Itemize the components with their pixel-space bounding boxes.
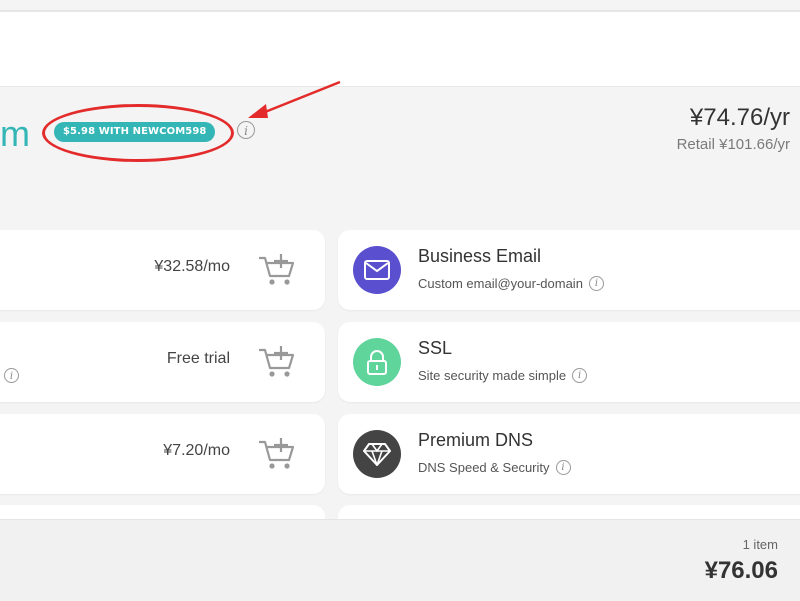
service-subtitle: Custom email@your-domain i <box>418 276 604 291</box>
service-card-business-email[interactable]: Business Email Custom email@your-domain i <box>338 230 800 310</box>
service-title: Premium DNS <box>418 430 534 450</box>
promo-badge: $5.98 WITH NEWCOM598 <box>54 122 216 142</box>
mail-icon <box>353 246 401 294</box>
addon-card: i Free trial <box>0 322 325 402</box>
info-icon[interactable]: i <box>4 368 19 383</box>
add-to-cart-icon[interactable] <box>257 344 297 380</box>
addon-card: ¥7.20/mo <box>0 414 325 494</box>
addon-price: ¥32.58/mo <box>154 258 230 275</box>
cart-item-count: 1 item <box>742 537 778 552</box>
cart-footer <box>0 519 800 601</box>
top-strip <box>0 0 800 12</box>
service-card-premium-dns[interactable]: Premium DNS DNS Speed & Security i <box>338 414 800 494</box>
service-subtitle: Site security made simple i <box>418 368 588 383</box>
service-subtitle: DNS Speed & Security i <box>418 460 571 475</box>
domain-price: ¥74.76/yr <box>689 104 790 131</box>
domain-name: m <box>0 113 30 154</box>
addon-price: ¥7.20/mo <box>163 442 230 459</box>
domain-retail-price: Retail ¥101.66/yr <box>676 136 790 153</box>
info-icon[interactable]: i <box>588 276 604 291</box>
cart-total: ¥76.06 <box>704 557 778 584</box>
info-icon[interactable]: i <box>555 460 571 475</box>
diamond-icon <box>353 430 401 478</box>
add-to-cart-icon[interactable] <box>257 252 297 288</box>
top-panel <box>0 12 800 87</box>
service-card-ssl[interactable]: SSL Site security made simple i <box>338 322 800 402</box>
info-icon[interactable]: i <box>572 368 588 383</box>
service-title: Business Email <box>418 246 542 266</box>
service-title: SSL <box>418 338 453 358</box>
add-to-cart-icon[interactable] <box>257 436 297 472</box>
addon-price: Free trial <box>166 350 230 367</box>
addon-card: ¥32.58/mo <box>0 230 325 310</box>
annotation-arrow-icon <box>248 80 341 118</box>
lock-icon <box>353 338 401 386</box>
